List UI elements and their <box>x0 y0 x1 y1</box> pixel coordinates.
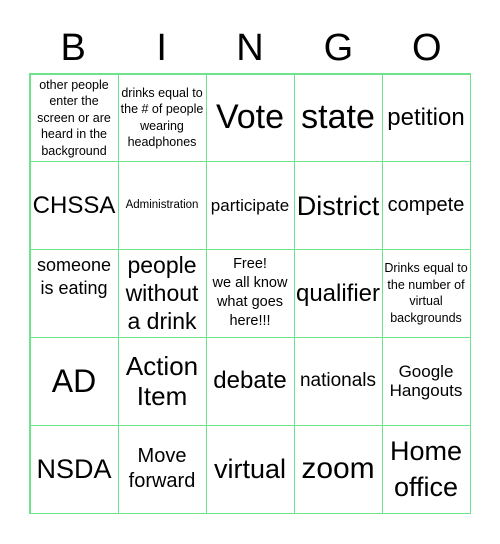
bingo-cell[interactable]: virtual <box>205 424 295 514</box>
bingo-cell[interactable]: other people enter the screen or are hea… <box>29 73 119 163</box>
bingo-cell[interactable]: compete <box>381 161 471 251</box>
bingo-card: other people enter the screen or are hea… <box>29 73 471 514</box>
bingo-cell[interactable]: someone is eating <box>29 249 119 338</box>
bingo-cell[interactable]: Move forward <box>117 424 207 514</box>
bingo-cell[interactable]: zoom <box>293 424 383 514</box>
bingo-cell[interactable]: NSDA <box>29 424 119 514</box>
bingo-cell[interactable]: drinks equal to the # of people wearing … <box>117 73 207 163</box>
bingo-cell[interactable]: Google Hangouts <box>381 336 471 426</box>
bingo-cell[interactable]: qualifier <box>293 249 383 338</box>
bingo-header: B I N G O <box>29 26 471 70</box>
header-letter-i: I <box>156 27 167 69</box>
bingo-cell[interactable]: Vote <box>205 73 295 163</box>
bingo-cell[interactable]: state <box>293 73 383 163</box>
bingo-cell[interactable]: nationals <box>293 336 383 426</box>
bingo-cell[interactable]: Action Item <box>117 336 207 426</box>
bingo-cell[interactable]: AD <box>29 336 119 426</box>
bingo-cell[interactable]: District <box>293 161 383 251</box>
bingo-cell[interactable]: petition <box>381 73 471 163</box>
header-letter-n: N <box>236 27 264 69</box>
header-letter-o: O <box>412 27 442 69</box>
bingo-cell[interactable]: Administration <box>117 161 207 251</box>
header-letter-b: B <box>60 27 86 69</box>
bingo-cell[interactable]: debate <box>205 336 295 426</box>
bingo-cell-free-space[interactable]: Free! we all know what goes here!!! <box>205 249 295 338</box>
bingo-cell[interactable]: Drinks equal to the number of virtual ba… <box>381 249 471 338</box>
bingo-cell[interactable]: CHSSA <box>29 161 119 251</box>
header-letter-g: G <box>323 27 354 69</box>
bingo-cell[interactable]: people without a drink <box>117 249 207 338</box>
bingo-cell[interactable]: participate <box>205 161 295 251</box>
bingo-cell[interactable]: Home office <box>381 424 471 514</box>
